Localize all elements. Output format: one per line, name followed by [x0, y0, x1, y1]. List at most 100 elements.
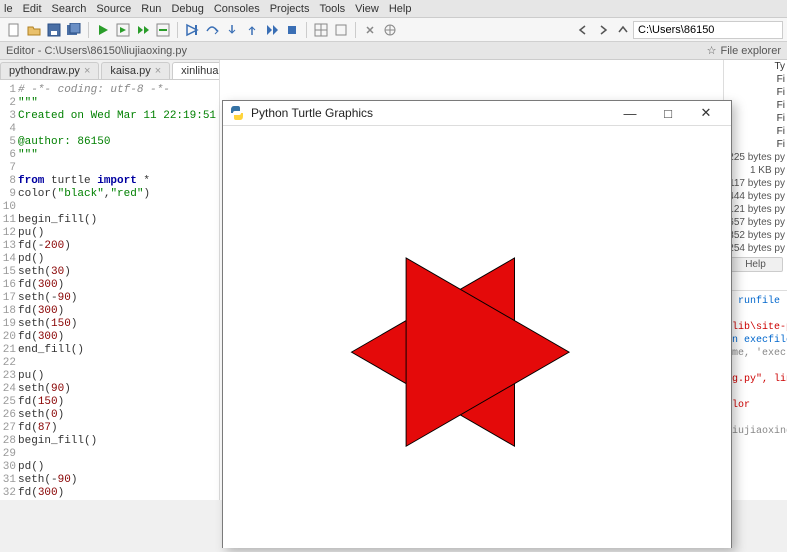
menu-source[interactable]: Source — [96, 3, 131, 15]
code-line[interactable]: 19seth(150) — [2, 318, 219, 331]
tab-label: pythondraw.py — [9, 65, 80, 77]
forward-icon[interactable] — [595, 22, 611, 38]
menu-projects[interactable]: Projects — [270, 3, 310, 15]
code-line[interactable]: 8from turtle import * — [2, 175, 219, 188]
code-line[interactable]: 29 — [2, 448, 219, 461]
code-line[interactable]: 28begin_fill() — [2, 435, 219, 448]
list-item[interactable]: 352 bytes py — [724, 229, 787, 242]
preferences-icon[interactable] — [362, 22, 378, 38]
code-line[interactable]: 31seth(-90) — [2, 474, 219, 487]
code-line[interactable]: 17seth(-90) — [2, 292, 219, 305]
console-line: n runfile — [726, 295, 785, 308]
console-output[interactable]: n runfile \lib\site-pin execfileame, 'ex… — [724, 290, 787, 442]
fullscreen-icon[interactable] — [333, 22, 349, 38]
new-file-icon[interactable] — [6, 22, 22, 38]
code-line[interactable]: 22 — [2, 357, 219, 370]
code-line[interactable]: 32fd(300) — [2, 487, 219, 500]
help-button[interactable]: Help — [728, 257, 783, 272]
toolbar — [0, 18, 787, 42]
save-all-icon[interactable] — [66, 22, 82, 38]
code-line[interactable]: 27fd(87) — [2, 422, 219, 435]
code-line[interactable]: 6""" — [2, 149, 219, 162]
maximize-pane-icon[interactable] — [313, 22, 329, 38]
minimize-button[interactable]: — — [611, 101, 649, 125]
main-area: pythondraw.py × kaisa.py× xinlihua.py× 1#… — [0, 60, 787, 500]
back-icon[interactable] — [575, 22, 591, 38]
code-line[interactable]: 24seth(90) — [2, 383, 219, 396]
menu-help[interactable]: Help — [389, 3, 412, 15]
code-line[interactable]: 21end_fill() — [2, 344, 219, 357]
editor-path: Editor - C:\Users\86150\liujiaoxing.py — [6, 45, 187, 57]
code-line[interactable]: 7 — [2, 162, 219, 175]
code-line[interactable]: 5@author: 86150 — [2, 136, 219, 149]
list-item[interactable]: 657 bytes py — [724, 216, 787, 229]
step-into-icon[interactable] — [224, 22, 240, 38]
menu-consoles[interactable]: Consoles — [214, 3, 260, 15]
turtle-window[interactable]: Python Turtle Graphics — □ ✕ — [222, 100, 732, 548]
save-icon[interactable] — [46, 22, 62, 38]
editor-tabs: pythondraw.py × kaisa.py× xinlihua.py× — [0, 60, 219, 80]
open-file-icon[interactable] — [26, 22, 42, 38]
editor-titlebar: Editor - C:\Users\86150\liujiaoxing.py ☆… — [0, 42, 787, 60]
code-line[interactable]: 10 — [2, 201, 219, 214]
menu-tools[interactable]: Tools — [319, 3, 345, 15]
menu-search[interactable]: Search — [52, 3, 87, 15]
turtle-titlebar[interactable]: Python Turtle Graphics — □ ✕ — [223, 101, 731, 126]
code-line[interactable]: 26seth(0) — [2, 409, 219, 422]
close-icon[interactable]: × — [84, 65, 90, 77]
code-line[interactable]: 30pd() — [2, 461, 219, 474]
run-cell-icon[interactable] — [115, 22, 131, 38]
code-editor[interactable]: 1# -*- coding: utf-8 -*-2"""3Created on … — [0, 80, 219, 500]
list-item[interactable]: 117 bytes py — [724, 177, 787, 190]
col-file: Fi — [724, 99, 787, 112]
code-line[interactable]: 13fd(-200) — [2, 240, 219, 253]
run-icon[interactable] — [95, 22, 111, 38]
code-line[interactable]: 3Created on Wed Mar 11 22:19:51 2020 — [2, 110, 219, 123]
console-line — [726, 386, 785, 399]
continue-icon[interactable] — [264, 22, 280, 38]
list-item[interactable]: 121 bytes py — [724, 203, 787, 216]
tab-kaisa[interactable]: kaisa.py× — [101, 62, 170, 79]
pythonpath-icon[interactable] — [382, 22, 398, 38]
close-icon[interactable]: × — [155, 65, 161, 77]
code-line[interactable]: 15seth(30) — [2, 266, 219, 279]
menu-run[interactable]: Run — [141, 3, 161, 15]
file-explorer-title[interactable]: File explorer — [720, 45, 781, 57]
run-selection-icon[interactable] — [155, 22, 171, 38]
step-out-icon[interactable] — [244, 22, 260, 38]
separator — [306, 22, 307, 38]
code-line[interactable]: 9color("black","red") — [2, 188, 219, 201]
console-line: liujiaoxing — [726, 425, 785, 438]
list-item[interactable]: 444 bytes py — [724, 190, 787, 203]
up-icon[interactable] — [615, 22, 631, 38]
menu-debug[interactable]: Debug — [171, 3, 203, 15]
code-line[interactable]: 2""" — [2, 97, 219, 110]
step-over-icon[interactable] — [204, 22, 220, 38]
code-line[interactable]: 20fd(300) — [2, 331, 219, 344]
menu-view[interactable]: View — [355, 3, 379, 15]
tab-xinlihua[interactable]: xinlihua.py× — [172, 62, 220, 79]
location-input[interactable] — [633, 21, 783, 39]
code-line[interactable]: 4 — [2, 123, 219, 136]
menu-edit[interactable]: Edit — [23, 3, 42, 15]
list-item[interactable]: 1 KB py — [724, 164, 787, 177]
code-line[interactable]: 11begin_fill() — [2, 214, 219, 227]
code-line[interactable]: 14pd() — [2, 253, 219, 266]
tab-pythondraw[interactable]: pythondraw.py × — [0, 62, 99, 79]
list-item[interactable]: 254 bytes py — [724, 242, 787, 255]
code-line[interactable]: 23pu() — [2, 370, 219, 383]
menu-file[interactable]: le — [4, 3, 13, 15]
code-line[interactable]: 25fd(150) — [2, 396, 219, 409]
debug-icon[interactable] — [184, 22, 200, 38]
console-line: \lib\site-p — [726, 321, 785, 334]
list-item[interactable]: 225 bytes py — [724, 151, 787, 164]
maximize-button[interactable]: □ — [649, 101, 687, 125]
run-cell-next-icon[interactable] — [135, 22, 151, 38]
code-line[interactable]: 12pu() — [2, 227, 219, 240]
code-line[interactable]: 1# -*- coding: utf-8 -*- — [2, 84, 219, 97]
close-button[interactable]: ✕ — [687, 101, 725, 125]
code-line[interactable]: 16fd(300) — [2, 279, 219, 292]
code-line[interactable]: 18fd(300) — [2, 305, 219, 318]
stop-icon[interactable] — [284, 22, 300, 38]
menubar: le Edit Search Source Run Debug Consoles… — [0, 0, 787, 18]
